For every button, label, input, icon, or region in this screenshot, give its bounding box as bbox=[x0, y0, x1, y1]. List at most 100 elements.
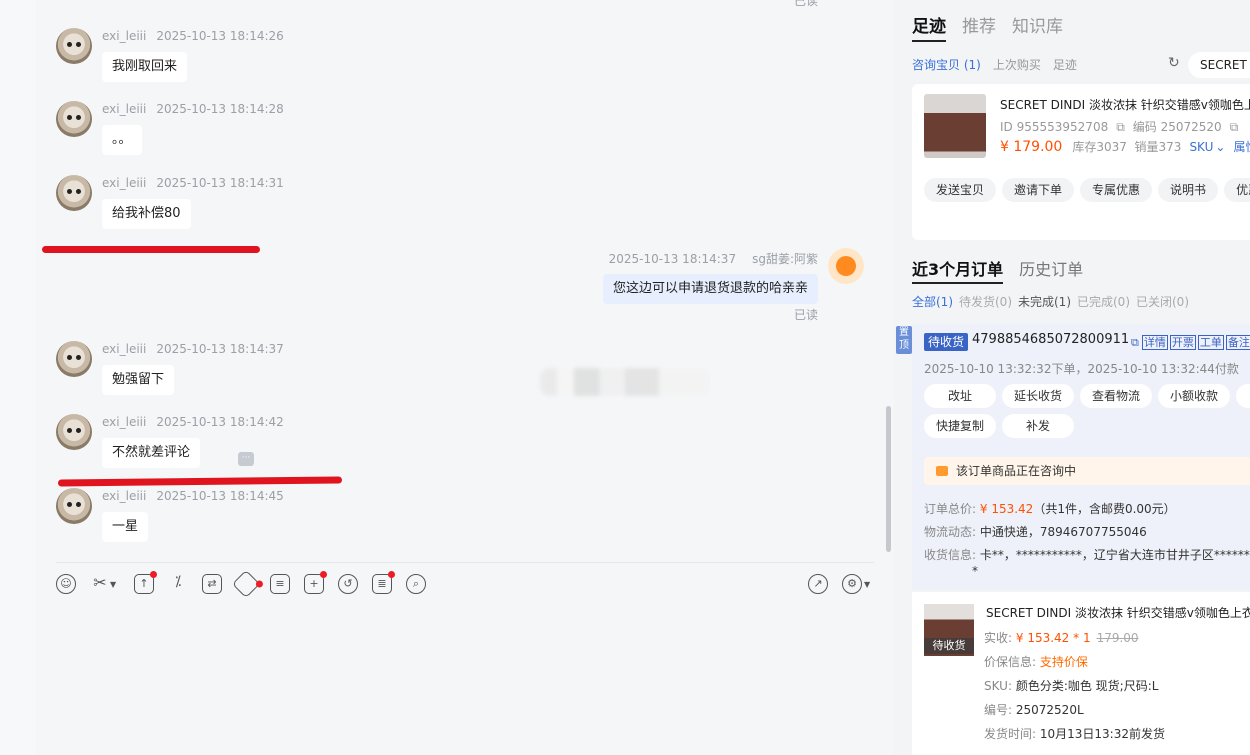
subtab-last-purchase[interactable]: 上次购买 bbox=[993, 58, 1041, 72]
order-item-card: 待收货 SECRET DINDI 淡妆浓抹 针织交错感v领咖色上衣女 实收: ¥… bbox=[912, 592, 1250, 755]
message-time: 2025-10-13 18:14:37 bbox=[156, 342, 284, 356]
message-bubble: 您这边可以申请退货退款的哈亲亲 bbox=[602, 274, 818, 304]
customer-avatar[interactable] bbox=[56, 101, 92, 137]
paid-label: 实收: bbox=[984, 631, 1013, 645]
send-product-button[interactable]: 发送宝贝 bbox=[924, 178, 997, 202]
customer-avatar[interactable] bbox=[56, 414, 92, 450]
chevron-down-icon[interactable]: ▼ bbox=[864, 580, 870, 589]
tab-recommend[interactable]: 推荐 bbox=[962, 17, 996, 37]
urge-button[interactable]: 催 bbox=[1236, 384, 1250, 408]
invite-order-button[interactable]: 邀请下单 bbox=[1002, 178, 1075, 202]
upload-icon[interactable]: ↑ bbox=[134, 571, 157, 594]
customer-avatar[interactable] bbox=[56, 341, 92, 377]
subtab-consult[interactable]: 咨询宝贝 (1) bbox=[912, 58, 981, 72]
attr-link[interactable]: 属性 bbox=[1233, 140, 1250, 154]
item-title[interactable]: SECRET DINDI 淡妆浓抹 针织交错感v领咖色上衣女 bbox=[986, 604, 1250, 621]
message-time: 2025-10-13 18:14:37 bbox=[608, 252, 737, 266]
undo-icon[interactable]: ↺ bbox=[338, 574, 358, 594]
customer-avatar[interactable] bbox=[56, 28, 92, 64]
agent-avatar[interactable] bbox=[828, 248, 864, 284]
details-link[interactable]: 详情 bbox=[1141, 335, 1168, 350]
order-icon[interactable]: ≡ bbox=[270, 574, 290, 594]
product-search-chip[interactable]: SECRET D bbox=[1188, 52, 1250, 78]
blurred-region bbox=[540, 368, 710, 396]
product-price: ¥ 179.00 bbox=[1000, 139, 1063, 155]
scissors-icon[interactable]: ✂ bbox=[90, 574, 110, 594]
code-value: 25072520L bbox=[1015, 703, 1084, 717]
logistics-value[interactable]: 中通快递，78946707755046 bbox=[980, 525, 1147, 539]
tab-footprint[interactable]: 足迹 bbox=[912, 17, 946, 42]
product-image[interactable] bbox=[924, 94, 986, 158]
chevron-down-icon[interactable]: ▼ bbox=[110, 580, 116, 589]
agent-message: 2025-10-13 18:14:37 sg甜姜:阿紫 您这边可以申请退货退款的哈… bbox=[464, 248, 864, 328]
filter-all[interactable]: 全部(1) bbox=[912, 295, 953, 309]
message-time: 2025-10-13 18:14:45 bbox=[156, 489, 284, 503]
customer-avatar[interactable] bbox=[56, 175, 92, 211]
address-info: 收货信息: 卡**，***********，辽宁省大连市甘井子区********… bbox=[924, 546, 1250, 563]
order-number[interactable]: 4798854685072800911 bbox=[972, 332, 1129, 347]
product-card: SECRET DINDI 淡妆浓抹 针织交错感v领咖色上衣 ID 9555539… bbox=[912, 84, 1250, 240]
invoice-link[interactable]: 开票 bbox=[1169, 335, 1196, 350]
chat-scrollbar[interactable] bbox=[886, 406, 891, 552]
extend-receipt-button[interactable]: 延长收货 bbox=[1002, 384, 1074, 408]
copy-icon[interactable]: ⧉ bbox=[1230, 120, 1239, 134]
small-payment-button[interactable]: 小额收款 bbox=[1158, 384, 1230, 408]
paid-value: ¥ 153.42 * 1 bbox=[1015, 631, 1091, 645]
order-filters: 全部(1) 待发货(0) 未完成(1) 已完成(0) 已关闭(0) bbox=[912, 293, 1195, 310]
exclusive-discount-button[interactable]: 专属优惠 bbox=[1080, 178, 1153, 202]
filter-completed[interactable]: 已完成(0) bbox=[1077, 295, 1130, 309]
magic-wand-icon[interactable]: ⁒ bbox=[168, 574, 188, 594]
sku-label: SKU: bbox=[984, 679, 1012, 693]
chat-panel: 已读 exi_leiii 2025-10-13 18:14:26 我刚取回来 ex… bbox=[36, 0, 894, 755]
tab-knowledge[interactable]: 知识库 bbox=[1012, 17, 1063, 37]
message-more-button[interactable]: ··· bbox=[238, 452, 254, 466]
status-badge: 待收货 bbox=[924, 333, 969, 351]
address-tail-text: * bbox=[972, 564, 978, 578]
discount-button[interactable]: 优惠 bbox=[1224, 178, 1250, 202]
red-underline-mark bbox=[57, 476, 343, 487]
ticket-link[interactable]: 工单 bbox=[1197, 335, 1224, 350]
ship-value: 10月13日13:32前发货 bbox=[1039, 727, 1165, 741]
read-status: 已读 bbox=[793, 308, 818, 322]
subtab-footprint[interactable]: 足迹 bbox=[1053, 58, 1077, 72]
emoji-icon[interactable]: ☺ bbox=[56, 574, 76, 594]
tab-history-orders[interactable]: 历史订单 bbox=[1019, 260, 1083, 279]
change-address-button[interactable]: 改址 bbox=[924, 384, 996, 408]
pin-to-top-button[interactable]: 置顶 bbox=[896, 326, 912, 354]
chevron-down-icon[interactable]: ⌄ bbox=[1215, 140, 1225, 154]
view-logistics-button[interactable]: 查看物流 bbox=[1080, 384, 1152, 408]
customer-avatar[interactable] bbox=[56, 488, 92, 524]
chat-bubble-icon bbox=[936, 466, 948, 476]
product-title[interactable]: SECRET DINDI 淡妆浓抹 针织交错感v领咖色上衣 bbox=[1000, 96, 1250, 113]
share-icon[interactable]: ↗ bbox=[808, 574, 828, 594]
reship-button[interactable]: 补发 bbox=[1002, 414, 1074, 438]
copy-icon[interactable]: ⧉ bbox=[1130, 336, 1140, 349]
filter-pending-ship[interactable]: 待发货(0) bbox=[959, 295, 1012, 309]
coupon-icon[interactable] bbox=[231, 569, 265, 599]
quick-copy-button[interactable]: 快捷复制 bbox=[924, 414, 996, 438]
refresh-icon[interactable]: ↻ bbox=[1168, 55, 1180, 71]
invoice-icon[interactable]: ≣ bbox=[372, 571, 395, 594]
item-sku: SKU: 颜色分类:咖色 现货;尺码:L bbox=[984, 677, 1158, 694]
copy-icon[interactable]: ⧉ bbox=[1116, 120, 1125, 134]
sku-dropdown[interactable]: SKU bbox=[1189, 140, 1213, 154]
search-image-icon[interactable]: ⌕ bbox=[406, 574, 426, 594]
tab-recent-orders[interactable]: 近3个月订单 bbox=[912, 260, 1004, 284]
total-detail: （共1件，含邮费0.00元） bbox=[1033, 502, 1176, 516]
manual-button[interactable]: 说明书 bbox=[1158, 178, 1219, 202]
address-value[interactable]: 卡**，***********，辽宁省大连市甘井子区********** bbox=[980, 548, 1250, 562]
product-sales: 销量373 bbox=[1134, 140, 1182, 154]
filter-incomplete[interactable]: 未完成(1) bbox=[1018, 295, 1071, 309]
message-time: 2025-10-13 18:14:31 bbox=[156, 176, 284, 190]
note-link[interactable]: 备注 bbox=[1225, 335, 1250, 350]
customer-info-panel: 足迹推荐知识库 咨询宝贝 (1)上次购买足迹 ↻ SECRET D SECRET… bbox=[894, 0, 1250, 755]
message-time: 2025-10-13 18:14:42 bbox=[156, 415, 284, 429]
filter-closed[interactable]: 已关闭(0) bbox=[1136, 295, 1189, 309]
transfer-icon[interactable]: ⇄ bbox=[202, 574, 222, 594]
red-underline-mark bbox=[42, 246, 260, 253]
protect-value: 支持价保 bbox=[1039, 655, 1088, 669]
add-product-icon[interactable]: + bbox=[304, 571, 327, 594]
product-id: ID 955553952708 bbox=[1000, 120, 1109, 134]
ship-label: 发货时间: bbox=[984, 727, 1037, 741]
settings-icon[interactable]: ⚙ bbox=[842, 574, 862, 594]
